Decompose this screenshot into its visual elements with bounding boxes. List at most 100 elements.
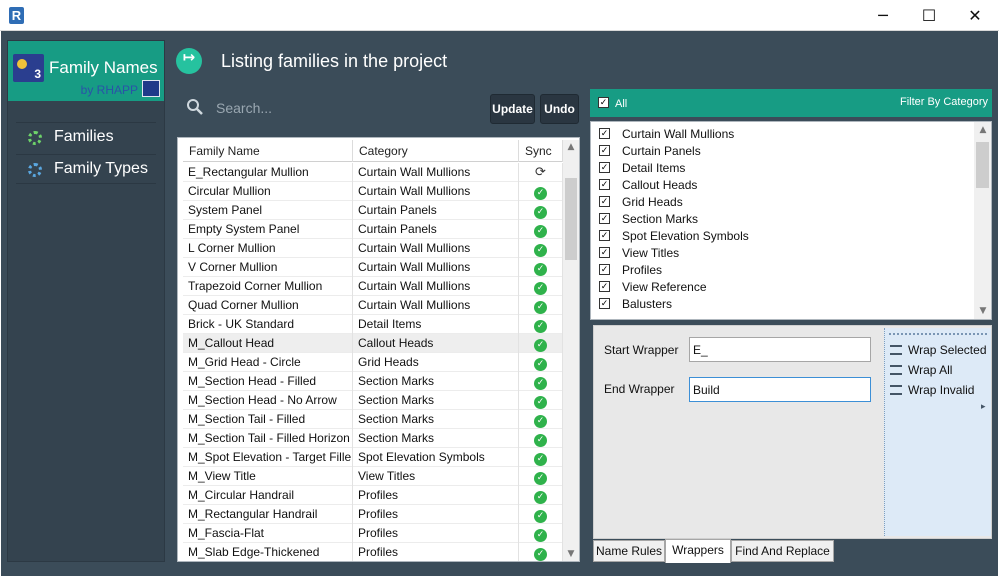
wrap-all-button[interactable]: Wrap All [890, 363, 952, 377]
table-row[interactable]: M_Fascia-Flat Profiles ✓ [183, 524, 563, 543]
table-row[interactable]: Trapezoid Corner Mullion Curtain Wall Mul… [183, 277, 563, 296]
revit-logo-icon: R [9, 7, 24, 24]
window-titlebar: R ─ ☐ ✕ [0, 0, 999, 31]
sync-cell[interactable]: ✓ [519, 353, 563, 372]
category-scrollbar[interactable]: ▲ ▼ [974, 122, 991, 319]
category-cell: Curtain Wall Mullions [353, 258, 519, 277]
category-checkbox[interactable]: ✓ [599, 298, 610, 309]
sync-cell[interactable]: ✓ [519, 182, 563, 201]
category-checkbox[interactable]: ✓ [599, 128, 610, 139]
table-row[interactable]: M_Section Tail - Filled Horizon Section M… [183, 429, 563, 448]
sync-cell[interactable]: ✓ [519, 391, 563, 410]
family-name-cell: Empty System Panel [183, 220, 353, 239]
sync-cell[interactable]: ✓ [519, 505, 563, 524]
category-checkbox[interactable]: ✓ [599, 264, 610, 275]
table-row[interactable]: M_View Title View Titles ✓ [183, 467, 563, 486]
table-row[interactable]: Empty System Panel Curtain Panels ✓ [183, 220, 563, 239]
category-checkbox[interactable]: ✓ [599, 213, 610, 224]
sync-cell[interactable]: ✓ [519, 296, 563, 315]
sync-cell[interactable]: ✓ [519, 543, 563, 561]
column-header-family-name[interactable]: Family Name [183, 140, 353, 162]
category-checkbox[interactable]: ✓ [599, 179, 610, 190]
sync-cell[interactable]: ✓ [519, 277, 563, 296]
start-wrapper-label: Start Wrapper [604, 343, 679, 357]
sync-cell[interactable]: ✓ [519, 220, 563, 239]
sync-icon: ⟳ [535, 165, 546, 180]
table-row[interactable]: M_Grid Head - Circle Grid Heads ✓ [183, 353, 563, 372]
table-row[interactable]: M_Spot Elevation - Target Fille Spot Elev… [183, 448, 563, 467]
start-wrapper-input[interactable] [689, 337, 871, 362]
undo-button[interactable]: Undo [540, 94, 579, 124]
table-row[interactable]: V Corner Mullion Curtain Wall Mullions ✓ [183, 258, 563, 277]
category-cell: Profiles [353, 543, 519, 561]
minimize-button[interactable]: ─ [860, 0, 906, 31]
scroll-up-icon[interactable]: ▲ [566, 142, 576, 152]
table-row[interactable]: M_Section Head - Filled Section Marks ✓ [183, 372, 563, 391]
scrollbar-thumb[interactable] [565, 178, 577, 260]
category-checkbox[interactable]: ✓ [599, 247, 610, 258]
category-cell: Curtain Wall Mullions [353, 182, 519, 201]
maximize-button[interactable]: ☐ [906, 0, 952, 31]
sync-cell[interactable]: ✓ [519, 315, 563, 334]
table-row[interactable]: M_Section Head - No Arrow Section Marks ✓ [183, 391, 563, 410]
end-wrapper-input[interactable] [689, 377, 871, 402]
column-header-sync[interactable]: Sync [519, 140, 563, 162]
wrap-invalid-button[interactable]: Wrap Invalid [890, 383, 974, 397]
families-table: Family Name Category Sync E_Rectangular … [177, 137, 580, 562]
category-checkbox[interactable]: ✓ [599, 196, 610, 207]
scroll-up-icon[interactable]: ▲ [978, 125, 988, 135]
table-row[interactable]: Circular Mullion Curtain Wall Mullions ✓ [183, 182, 563, 201]
tab-wrappers[interactable]: Wrappers [665, 539, 731, 563]
sync-cell[interactable]: ✓ [519, 239, 563, 258]
overflow-arrow-icon[interactable]: ▸ [981, 402, 986, 412]
category-checkbox[interactable]: ✓ [599, 281, 610, 292]
scroll-down-icon[interactable]: ▼ [566, 549, 576, 559]
sync-cell[interactable]: ✓ [519, 467, 563, 486]
category-cell: Spot Elevation Symbols [353, 448, 519, 467]
sync-cell[interactable]: ✓ [519, 410, 563, 429]
sync-cell[interactable]: ✓ [519, 258, 563, 277]
table-scrollbar[interactable]: ▲ ▼ [563, 140, 579, 561]
scroll-down-icon[interactable]: ▼ [978, 306, 988, 316]
table-row[interactable]: M_Callout Head Callout Heads ✓ [183, 334, 563, 353]
scrollbar-thumb[interactable] [976, 142, 989, 188]
sidebar-item-families[interactable]: Families [16, 122, 156, 152]
arrow-right-icon[interactable]: ↦ [176, 48, 202, 74]
category-checkbox[interactable]: ✓ [599, 230, 610, 241]
tab-find-and-replace[interactable]: Find And Replace [731, 540, 834, 562]
table-row[interactable]: Quad Corner Mullion Curtain Wall Mullions… [183, 296, 563, 315]
table-row[interactable]: M_Rectangular Handrail Profiles ✓ [183, 505, 563, 524]
category-checkbox[interactable]: ✓ [599, 162, 610, 173]
update-button[interactable]: Update [490, 94, 535, 124]
search-input[interactable] [214, 96, 474, 120]
wrap-selected-button[interactable]: Wrap Selected [890, 343, 987, 357]
sync-cell[interactable]: ✓ [519, 486, 563, 505]
sync-cell[interactable]: ✓ [519, 448, 563, 467]
sync-cell[interactable]: ✓ [519, 201, 563, 220]
sync-cell[interactable]: ⟳ [519, 163, 563, 182]
select-all-checkbox[interactable]: ✓ [598, 97, 609, 108]
sync-cell[interactable]: ✓ [519, 429, 563, 448]
sidebar-item-family-types[interactable]: Family Types [16, 154, 156, 184]
table-row[interactable]: System Panel Curtain Panels ✓ [183, 201, 563, 220]
category-checkbox[interactable]: ✓ [599, 145, 610, 156]
family-name-cell: M_View Title [183, 467, 353, 486]
tab-name-rules[interactable]: Name Rules [593, 540, 665, 562]
table-row[interactable]: M_Section Tail - Filled Section Marks ✓ [183, 410, 563, 429]
table-row[interactable]: L Corner Mullion Curtain Wall Mullions ✓ [183, 239, 563, 258]
check-circle-icon: ✓ [534, 529, 547, 542]
sync-cell[interactable]: ✓ [519, 372, 563, 391]
check-circle-icon: ✓ [534, 339, 547, 352]
table-header: Family Name Category Sync [183, 140, 563, 162]
column-header-category[interactable]: Category [353, 140, 519, 162]
category-cell: Curtain Wall Mullions [353, 239, 519, 258]
table-row[interactable]: M_Circular Handrail Profiles ✓ [183, 486, 563, 505]
category-cell: Section Marks [353, 372, 519, 391]
filter-title: Filter By Category [899, 96, 988, 108]
table-row[interactable]: E_Rectangular Mullion Curtain Wall Mullio… [183, 163, 563, 182]
close-button[interactable]: ✕ [952, 0, 998, 31]
sync-cell[interactable]: ✓ [519, 524, 563, 543]
table-row[interactable]: M_Slab Edge-Thickened Profiles ✓ [183, 543, 563, 561]
table-row[interactable]: Brick - UK Standard Detail Items ✓ [183, 315, 563, 334]
sync-cell[interactable]: ✓ [519, 334, 563, 353]
